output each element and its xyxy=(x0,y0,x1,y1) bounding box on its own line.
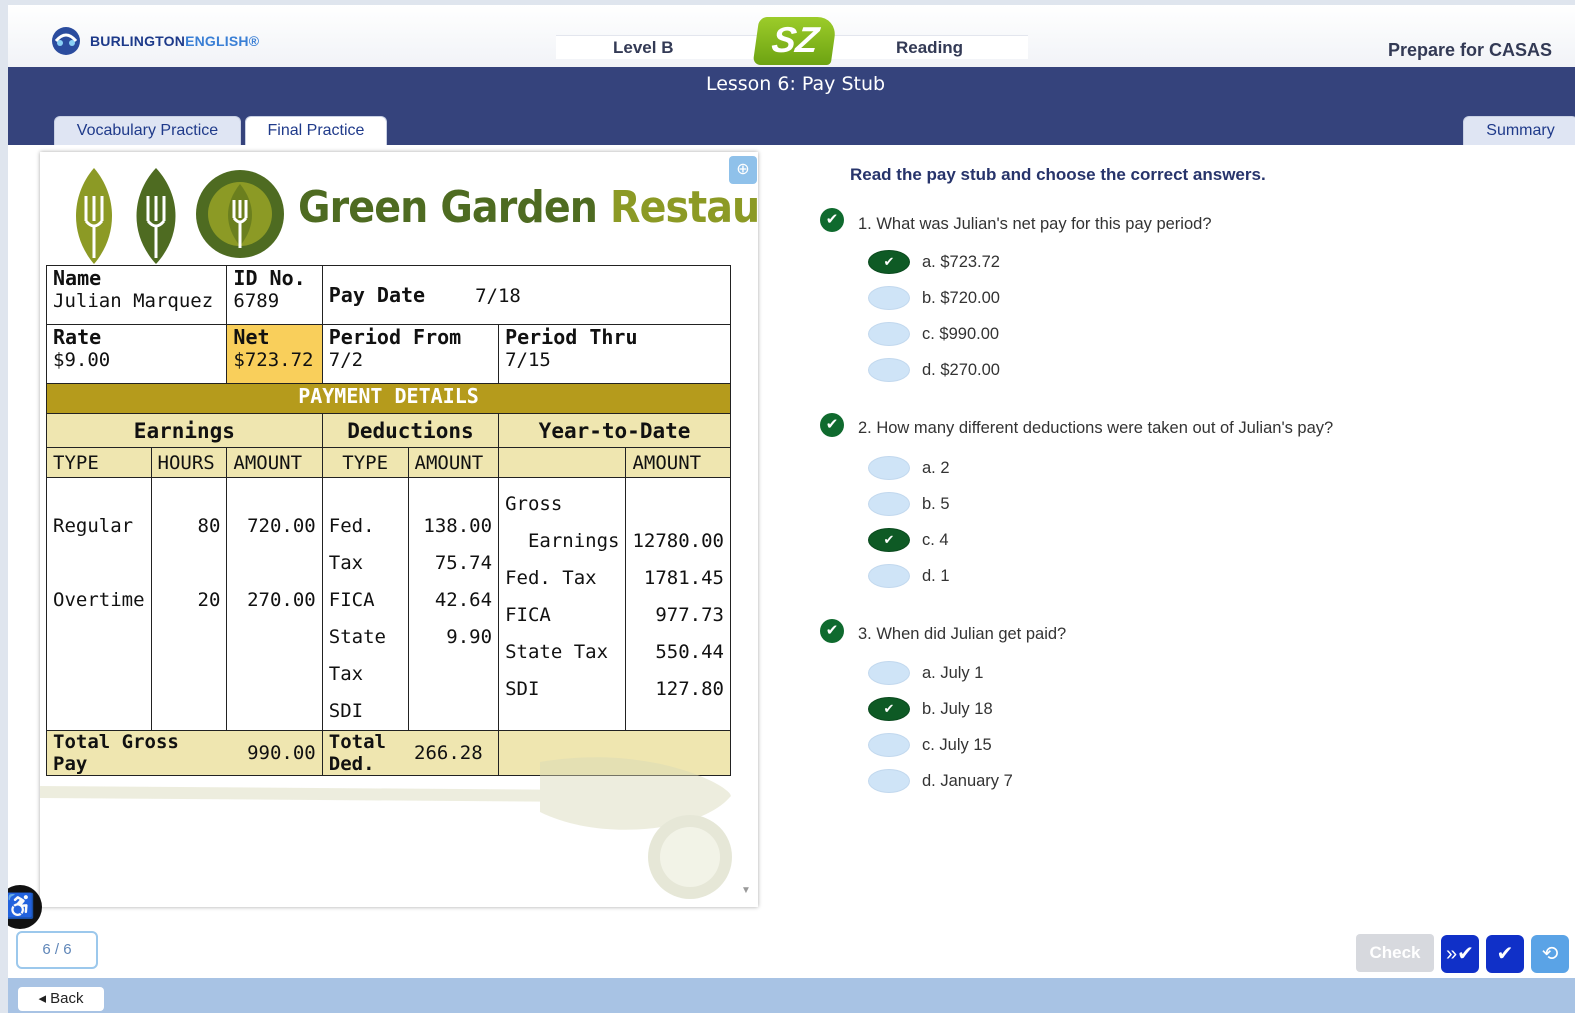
radio-icon[interactable] xyxy=(868,492,910,516)
ytd-header: Year-to-Date xyxy=(498,413,731,448)
checkmark-icon[interactable]: ✔ xyxy=(1486,935,1524,973)
deduction-amounts: 138.00 75.74 42.64 9.90 xyxy=(407,477,500,731)
radio-icon[interactable] xyxy=(868,661,910,685)
sz-badge: SZ xyxy=(752,17,838,65)
question-1-correct-icon: ✔ xyxy=(820,208,844,232)
col-ded-amount: AMOUNT xyxy=(407,447,500,478)
ytd-types: Gross Earnings Fed. Tax FICA State Tax S… xyxy=(498,477,627,731)
net-cell: Net $723.72 xyxy=(226,324,323,384)
question-2-text: 2. How many different deductions were ta… xyxy=(858,419,1334,437)
watermark-leaf-icon xyxy=(40,757,732,899)
pay-stub-panel: Green Garden Restaurant NameJulian Marqu… xyxy=(40,152,758,907)
col-ded-type: TYPE xyxy=(321,447,409,478)
tab-final-practice[interactable]: Final Practice xyxy=(245,116,387,145)
col-hours: HOURS xyxy=(150,447,228,478)
q2-option-b[interactable]: b. 5 xyxy=(868,492,950,516)
back-arrow-icon: ◂ xyxy=(38,990,51,1007)
restaurant-name: Green Garden Restaurant xyxy=(298,182,758,233)
col-earn-amount: AMOUNT xyxy=(226,447,323,478)
earnings-header: Earnings xyxy=(46,413,323,448)
reset-icon[interactable]: ⟲ xyxy=(1531,935,1569,973)
brand-name: BURLINGTONENGLISH® xyxy=(90,33,260,49)
q3-option-c[interactable]: c. July 15 xyxy=(868,733,992,757)
q1-option-b[interactable]: b. $720.00 xyxy=(868,286,1000,310)
radio-icon[interactable] xyxy=(868,564,910,588)
radio-icon[interactable] xyxy=(868,322,910,346)
question-3-correct-icon: ✔ xyxy=(820,619,844,643)
rate-cell: Rate $9.00 xyxy=(45,324,228,384)
tab-vocabulary-practice[interactable]: Vocabulary Practice xyxy=(54,116,241,145)
lesson-title: Lesson 6: Pay Stub xyxy=(705,73,886,95)
app-frame: BURLINGTONENGLISH® Level B SZ Reading Pr… xyxy=(8,5,1575,1013)
radio-icon[interactable] xyxy=(868,733,910,757)
fork-leaf-icon xyxy=(136,168,176,264)
period-thru-cell: Period Thru 7/15 xyxy=(498,324,731,384)
skip-check-icon[interactable]: »✔ xyxy=(1441,935,1479,973)
instruction-text: Read the pay stub and choose the correct… xyxy=(850,165,1266,184)
q1-option-d[interactable]: d. $270.00 xyxy=(868,358,1000,382)
payment-details-header: PAYMENT DETAILS xyxy=(46,383,731,414)
skill-label: Reading xyxy=(896,38,964,57)
radio-selected-icon[interactable]: ✔ xyxy=(868,697,910,721)
footer-bar xyxy=(8,978,1575,1013)
pay-stub-table: Name Julian Marquez ID No. 6789 Pay Date 7/… xyxy=(45,265,732,776)
prepare-casas-label: Prepare for CASAS xyxy=(1388,40,1553,60)
earnings-types: Regular Overtime xyxy=(46,477,152,731)
scroll-down-arrow-icon[interactable]: ▼ xyxy=(741,885,751,896)
question-1-text: 1. What was Julian's net pay for this pa… xyxy=(858,215,1212,233)
fork-plate-icon xyxy=(196,170,284,258)
brand-logo: BURLINGTONENGLISH® xyxy=(48,23,259,59)
col-earn-type: TYPE xyxy=(46,447,152,478)
back-button[interactable]: ◂ Back xyxy=(18,987,104,1011)
top-header: BURLINGTONENGLISH® Level B SZ Reading Pr… xyxy=(8,5,1575,67)
page-counter: 6 / 6 xyxy=(16,931,98,969)
q3-option-a[interactable]: a. July 1 xyxy=(868,661,983,685)
earnings-hours: 80 20 xyxy=(150,477,228,731)
q2-option-c[interactable]: ✔ c. 4 xyxy=(868,528,949,552)
check-button[interactable]: Check xyxy=(1356,934,1434,972)
deductions-header: Deductions xyxy=(321,413,500,448)
question-2-correct-icon: ✔ xyxy=(820,413,844,437)
col-ytd-blank xyxy=(498,447,627,478)
fork-leaf-icon xyxy=(76,168,112,264)
q3-option-d[interactable]: d. January 7 xyxy=(868,769,1013,793)
radio-icon[interactable] xyxy=(868,769,910,793)
q2-option-a[interactable]: a. 2 xyxy=(868,456,950,480)
radio-icon[interactable] xyxy=(868,286,910,310)
level-label: Level B xyxy=(613,38,674,57)
id-cell: ID No. 6789 xyxy=(226,265,323,325)
lesson-bar: Lesson 6: Pay Stub Vocabulary Practice F… xyxy=(8,67,1575,145)
headset-logo-icon xyxy=(52,27,80,55)
radio-icon[interactable] xyxy=(868,456,910,480)
question-3-text: 3. When did Julian get paid? xyxy=(858,625,1067,643)
radio-icon[interactable] xyxy=(868,358,910,382)
zoom-in-icon[interactable]: ⊕ xyxy=(729,156,757,184)
radio-selected-icon[interactable]: ✔ xyxy=(868,528,910,552)
tab-summary[interactable]: Summary xyxy=(1463,116,1575,145)
q1-option-c[interactable]: c. $990.00 xyxy=(868,322,999,346)
q1-option-a[interactable]: ✔ a. $723.72 xyxy=(868,250,1000,274)
ytd-amounts: 12780.00 1781.45 977.73 550.44 127.80 xyxy=(625,477,731,731)
pay-date-cell: Pay Date 7/18 xyxy=(321,265,732,325)
period-from-cell: Period From 7/2 xyxy=(321,324,500,384)
accessibility-icon[interactable]: ♿ xyxy=(8,885,42,929)
deduction-types: Fed. Tax FICA State Tax SDI xyxy=(321,477,409,731)
q2-option-d[interactable]: d. 1 xyxy=(868,564,950,588)
q3-option-b[interactable]: ✔ b. July 18 xyxy=(868,697,993,721)
earnings-amounts: 720.00 270.00 xyxy=(226,477,323,731)
radio-selected-icon[interactable]: ✔ xyxy=(868,250,910,274)
name-cell: Name Julian Marquez xyxy=(45,265,228,325)
col-ytd-amount: AMOUNT xyxy=(625,447,731,478)
